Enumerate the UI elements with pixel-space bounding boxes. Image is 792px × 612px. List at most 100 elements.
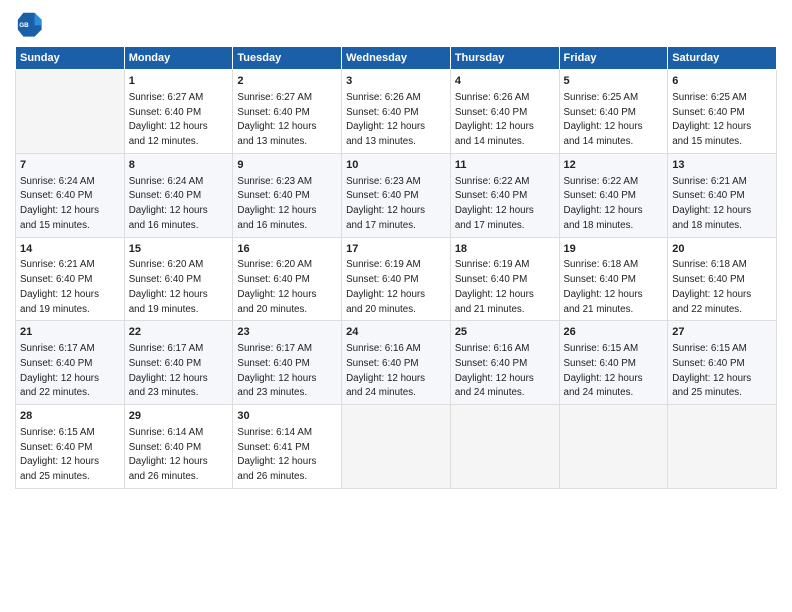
day-number: 9 (237, 158, 337, 173)
day-info: Sunrise: 6:20 AM Sunset: 6:40 PM Dayligh… (129, 259, 208, 314)
col-header-thursday: Thursday (450, 47, 559, 70)
day-number: 26 (564, 325, 664, 340)
day-cell: 28Sunrise: 6:15 AM Sunset: 6:40 PM Dayli… (16, 405, 125, 489)
day-cell: 12Sunrise: 6:22 AM Sunset: 6:40 PM Dayli… (559, 153, 668, 237)
day-number: 11 (455, 158, 555, 173)
col-header-wednesday: Wednesday (342, 47, 451, 70)
day-number: 2 (237, 74, 337, 89)
day-cell (559, 405, 668, 489)
day-number: 18 (455, 242, 555, 257)
day-number: 25 (455, 325, 555, 340)
day-number: 30 (237, 409, 337, 424)
day-number: 20 (672, 242, 772, 257)
day-info: Sunrise: 6:16 AM Sunset: 6:40 PM Dayligh… (455, 343, 534, 398)
day-cell: 19 Sunrise: 6:18 AM Sunset: 6:40 PM Dayli… (559, 237, 668, 321)
day-cell: 30 Sunrise: 6:14 AM Sunset: 6:41 PM Dayli… (233, 405, 342, 489)
day-cell: 27Sunrise: 6:15 AM Sunset: 6:40 PM Dayli… (668, 321, 777, 405)
day-cell: 25 Sunrise: 6:16 AM Sunset: 6:40 PM Dayli… (450, 321, 559, 405)
day-number: 15 (129, 242, 229, 257)
day-info: Sunrise: 6:14 AM Sunset: 6:41 PM Dayligh… (237, 427, 316, 482)
day-number: 23 (237, 325, 337, 340)
day-info: Sunrise: 6:23 AM Sunset: 6:40 PM Dayligh… (237, 176, 316, 231)
day-number: 13 (672, 158, 772, 173)
week-row-4: 21 Sunrise: 6:17 AM Sunset: 6:40 PM Dayli… (16, 321, 777, 405)
day-info: Sunrise: 6:27 AM Sunset: 6:40 PM Dayligh… (129, 92, 208, 147)
day-cell: 7 Sunrise: 6:24 AM Sunset: 6:40 PM Daylig… (16, 153, 125, 237)
day-cell: 20 Sunrise: 6:18 AM Sunset: 6:40 PM Dayli… (668, 237, 777, 321)
header: GB (15, 10, 777, 38)
day-info: Sunrise: 6:19 AM Sunset: 6:40 PM Dayligh… (346, 259, 425, 314)
day-info: Sunrise: 6:26 AM Sunset: 6:40 PM Dayligh… (455, 92, 534, 147)
day-info: Sunrise: 6:18 AM Sunset: 6:40 PM Dayligh… (672, 259, 751, 314)
day-number: 5 (564, 74, 664, 89)
col-header-saturday: Saturday (668, 47, 777, 70)
day-info: Sunrise: 6:21 AM Sunset: 6:40 PM Dayligh… (672, 176, 751, 231)
day-number: 17 (346, 242, 446, 257)
day-number: 1 (129, 74, 229, 89)
day-number: 6 (672, 74, 772, 89)
day-cell (450, 405, 559, 489)
day-cell: 29 Sunrise: 6:14 AM Sunset: 6:40 PM Dayli… (124, 405, 233, 489)
day-cell: 6 Sunrise: 6:25 AM Sunset: 6:40 PM Daylig… (668, 70, 777, 154)
day-cell (668, 405, 777, 489)
day-cell: 1 Sunrise: 6:27 AM Sunset: 6:40 PM Daylig… (124, 70, 233, 154)
day-cell: 24 Sunrise: 6:16 AM Sunset: 6:40 PM Dayli… (342, 321, 451, 405)
day-cell: 17 Sunrise: 6:19 AM Sunset: 6:40 PM Dayli… (342, 237, 451, 321)
week-row-1: 1 Sunrise: 6:27 AM Sunset: 6:40 PM Daylig… (16, 70, 777, 154)
col-header-sunday: Sunday (16, 47, 125, 70)
day-number: 28 (20, 409, 120, 424)
week-row-3: 14Sunrise: 6:21 AM Sunset: 6:40 PM Dayli… (16, 237, 777, 321)
day-number: 8 (129, 158, 229, 173)
calendar-table: SundayMondayTuesdayWednesdayThursdayFrid… (15, 46, 777, 489)
day-cell: 3 Sunrise: 6:26 AM Sunset: 6:40 PM Daylig… (342, 70, 451, 154)
day-info: Sunrise: 6:21 AM Sunset: 6:40 PM Dayligh… (20, 259, 99, 314)
day-info: Sunrise: 6:16 AM Sunset: 6:40 PM Dayligh… (346, 343, 425, 398)
general-blue-icon: GB (15, 10, 43, 38)
col-header-friday: Friday (559, 47, 668, 70)
day-info: Sunrise: 6:17 AM Sunset: 6:40 PM Dayligh… (129, 343, 208, 398)
day-number: 16 (237, 242, 337, 257)
day-cell: 2 Sunrise: 6:27 AM Sunset: 6:40 PM Daylig… (233, 70, 342, 154)
day-info: Sunrise: 6:19 AM Sunset: 6:40 PM Dayligh… (455, 259, 534, 314)
logo: GB (15, 10, 47, 38)
day-info: Sunrise: 6:18 AM Sunset: 6:40 PM Dayligh… (564, 259, 643, 314)
day-cell: 10Sunrise: 6:23 AM Sunset: 6:40 PM Dayli… (342, 153, 451, 237)
day-cell (16, 70, 125, 154)
day-cell: 22Sunrise: 6:17 AM Sunset: 6:40 PM Dayli… (124, 321, 233, 405)
day-info: Sunrise: 6:20 AM Sunset: 6:40 PM Dayligh… (237, 259, 316, 314)
day-number: 7 (20, 158, 120, 173)
day-info: Sunrise: 6:17 AM Sunset: 6:40 PM Dayligh… (237, 343, 316, 398)
day-cell: 4 Sunrise: 6:26 AM Sunset: 6:40 PM Daylig… (450, 70, 559, 154)
col-header-tuesday: Tuesday (233, 47, 342, 70)
day-number: 3 (346, 74, 446, 89)
day-cell: 16 Sunrise: 6:20 AM Sunset: 6:40 PM Dayli… (233, 237, 342, 321)
week-row-2: 7 Sunrise: 6:24 AM Sunset: 6:40 PM Daylig… (16, 153, 777, 237)
day-cell: 26 Sunrise: 6:15 AM Sunset: 6:40 PM Dayli… (559, 321, 668, 405)
day-number: 21 (20, 325, 120, 340)
svg-text:GB: GB (19, 22, 29, 29)
day-cell: 13 Sunrise: 6:21 AM Sunset: 6:40 PM Dayli… (668, 153, 777, 237)
day-info: Sunrise: 6:15 AM Sunset: 6:40 PM Dayligh… (564, 343, 643, 398)
day-number: 19 (564, 242, 664, 257)
day-cell: 14Sunrise: 6:21 AM Sunset: 6:40 PM Dayli… (16, 237, 125, 321)
day-number: 27 (672, 325, 772, 340)
day-number: 4 (455, 74, 555, 89)
day-info: Sunrise: 6:22 AM Sunset: 6:40 PM Dayligh… (564, 176, 643, 231)
day-cell: 5 Sunrise: 6:25 AM Sunset: 6:40 PM Daylig… (559, 70, 668, 154)
day-cell (342, 405, 451, 489)
day-cell: 21Sunrise: 6:17 AM Sunset: 6:40 PM Dayli… (16, 321, 125, 405)
day-info: Sunrise: 6:24 AM Sunset: 6:40 PM Dayligh… (129, 176, 208, 231)
day-info: Sunrise: 6:25 AM Sunset: 6:40 PM Dayligh… (672, 92, 751, 147)
day-info: Sunrise: 6:25 AM Sunset: 6:40 PM Dayligh… (564, 92, 643, 147)
calendar-header-row: SundayMondayTuesdayWednesdayThursdayFrid… (16, 47, 777, 70)
day-info: Sunrise: 6:24 AM Sunset: 6:40 PM Dayligh… (20, 176, 99, 231)
day-info: Sunrise: 6:23 AM Sunset: 6:40 PM Dayligh… (346, 176, 425, 231)
day-cell: 23 Sunrise: 6:17 AM Sunset: 6:40 PM Dayli… (233, 321, 342, 405)
day-info: Sunrise: 6:14 AM Sunset: 6:40 PM Dayligh… (129, 427, 208, 482)
day-cell: 18 Sunrise: 6:19 AM Sunset: 6:40 PM Dayli… (450, 237, 559, 321)
day-info: Sunrise: 6:26 AM Sunset: 6:40 PM Dayligh… (346, 92, 425, 147)
day-number: 24 (346, 325, 446, 340)
day-number: 29 (129, 409, 229, 424)
day-info: Sunrise: 6:22 AM Sunset: 6:40 PM Dayligh… (455, 176, 534, 231)
day-info: Sunrise: 6:27 AM Sunset: 6:40 PM Dayligh… (237, 92, 316, 147)
